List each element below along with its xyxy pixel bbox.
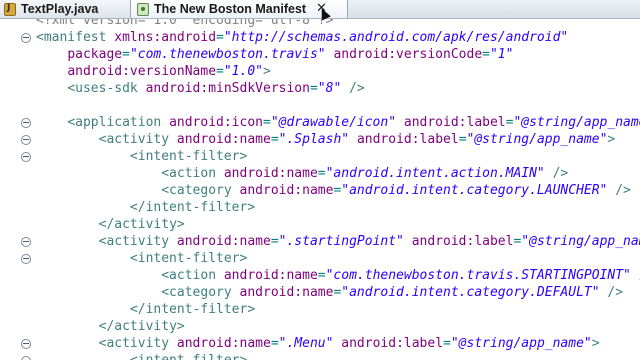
- code-text: <uses-sdk android:minSdkVersion="8" />: [67, 81, 365, 96]
- code-line: <action android:name="android.intent.act…: [0, 165, 640, 182]
- code-text: package="com.thenewboston.travis" androi…: [67, 47, 514, 62]
- code-text: </intent-filter>: [129, 200, 256, 215]
- collapse-fold-icon[interactable]: [21, 33, 31, 43]
- collapse-fold-icon[interactable]: [21, 339, 31, 349]
- code-text: </intent-filter>: [129, 302, 256, 317]
- collapse-fold-icon[interactable]: [21, 118, 31, 128]
- code-line: <action android:name="com.thenewboston.t…: [0, 267, 640, 284]
- code-text: </activity>: [98, 217, 185, 232]
- code-line: <activity android:name=".Menu" android:l…: [0, 335, 640, 352]
- code-line: <activity android:name=".Splash" android…: [0, 131, 640, 148]
- code-line: android:versionName="1.0">: [0, 63, 640, 80]
- code-text: <category android:name="android.intent.c…: [161, 285, 624, 300]
- collapse-fold-icon[interactable]: [21, 254, 31, 264]
- code-text: <?xml version="1.0" encoding="utf-8"?>: [36, 19, 334, 28]
- code-text: <intent-filter>: [36, 352, 247, 360]
- code-line: <category android:name="android.intent.c…: [0, 284, 640, 301]
- tab-label: TextPlay.java: [21, 2, 99, 16]
- code-text: <application android:icon="@drawable/ico…: [67, 115, 640, 130]
- collapse-fold-icon[interactable]: [21, 356, 31, 360]
- code-line: <intent-filter>: [0, 148, 640, 165]
- code-text: </activity>: [98, 319, 185, 334]
- android-manifest-icon: [137, 2, 149, 16]
- code-line: </activity>: [0, 318, 640, 335]
- code-text: <action android:name="android.intent.act…: [161, 166, 569, 181]
- code-line: </activity>: [0, 216, 640, 233]
- code-text: <action android:name="com.thenewboston.t…: [161, 268, 640, 283]
- java-file-icon: [4, 2, 16, 16]
- code-line: <manifest xmlns:android="http://schemas.…: [0, 29, 640, 46]
- code-text: <category android:name="android.intent.c…: [161, 183, 631, 198]
- code-text: <intent-filter>: [129, 251, 248, 266]
- code-line: <intent-filter>: [0, 250, 640, 267]
- code-line: <?xml version="1.0" encoding="utf-8"?>: [0, 19, 640, 29]
- collapse-fold-icon[interactable]: [21, 135, 31, 145]
- code-line: </intent-filter>: [0, 301, 640, 318]
- code-text: <activity android:name=".Menu" android:l…: [98, 336, 600, 351]
- code-line: <application android:icon="@drawable/ico…: [0, 114, 640, 131]
- collapse-fold-icon[interactable]: [21, 237, 31, 247]
- code-line: </intent-filter>: [0, 199, 640, 216]
- tab-label: The New Boston Manifest: [154, 2, 307, 16]
- collapse-fold-icon[interactable]: [21, 152, 31, 162]
- code-line: <intent-filter>: [0, 352, 640, 360]
- code-text: <activity android:name=".Splash" android…: [98, 132, 616, 147]
- tab-textplay-java[interactable]: TextPlay.java: [0, 0, 132, 18]
- code-line: <category android:name="android.intent.c…: [0, 182, 640, 199]
- xml-source-editor[interactable]: <?xml version="1.0" encoding="utf-8"?> <m…: [0, 19, 640, 360]
- code-text: android:versionName="1.0">: [67, 64, 271, 79]
- code-line: <activity android:name=".startingPoint" …: [0, 233, 640, 250]
- code-text: <manifest xmlns:android="http://schemas.…: [36, 30, 569, 45]
- code-line: package="com.thenewboston.travis" androi…: [0, 46, 640, 63]
- code-text: <intent-filter>: [129, 149, 248, 164]
- code-text: <activity android:name=".startingPoint" …: [98, 234, 640, 249]
- editor-tab-bar: TextPlay.java The New Boston Manifest ✕: [0, 0, 640, 21]
- code-line: <uses-sdk android:minSdkVersion="8" />: [0, 80, 640, 97]
